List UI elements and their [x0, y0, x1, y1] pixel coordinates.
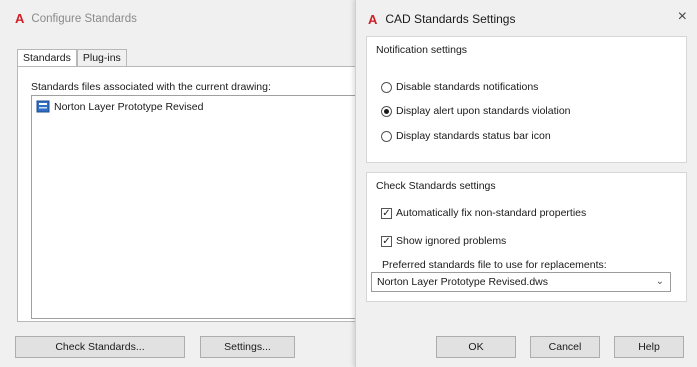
- configure-title-bar: A Configure Standards: [15, 12, 137, 25]
- configure-standards-dialog: A Configure Standards Standards Plug-ins…: [0, 0, 360, 367]
- check-standards-button[interactable]: Check Standards...: [15, 336, 185, 358]
- preferred-file-value: Norton Layer Prototype Revised.dws: [377, 276, 548, 288]
- standards-tab-panel: Standards files associated with the curr…: [17, 66, 357, 322]
- checkmark-icon: ✓: [381, 207, 392, 219]
- radio-indicator: [381, 81, 392, 93]
- dws-file-icon: [36, 100, 50, 113]
- radio-label: Display alert upon standards violation: [396, 105, 571, 117]
- checkbox-label: Automatically fix non-standard propertie…: [396, 207, 587, 219]
- settings-title: CAD Standards Settings: [385, 12, 516, 26]
- checkmark-icon: ✓: [381, 235, 392, 247]
- close-icon[interactable]: ×: [678, 8, 687, 26]
- tab-plug-ins[interactable]: Plug-ins: [76, 49, 127, 67]
- display-status-bar-icon-radio[interactable]: Display standards status bar icon: [381, 130, 551, 142]
- configure-tabs: Standards Plug-ins: [17, 49, 127, 67]
- notification-settings-group: Notification settings Disable standards …: [366, 36, 687, 163]
- notification-group-title: Notification settings: [376, 44, 468, 56]
- chevron-down-icon: ⌄: [655, 276, 664, 287]
- standards-files-list[interactable]: Norton Layer Prototype Revised: [31, 95, 356, 319]
- settings-title-bar: A CAD Standards Settings: [368, 12, 515, 26]
- auto-fix-checkbox[interactable]: ✓ Automatically fix non-standard propert…: [381, 207, 586, 219]
- cancel-button[interactable]: Cancel: [530, 336, 600, 358]
- file-name: Norton Layer Prototype Revised: [54, 100, 204, 113]
- radio-indicator: [381, 130, 392, 142]
- autocad-logo-icon: A: [368, 11, 378, 27]
- radio-indicator: [381, 105, 392, 117]
- tab-standards[interactable]: Standards: [17, 49, 77, 67]
- checkbox-label: Show ignored problems: [396, 235, 507, 247]
- ok-button[interactable]: OK: [436, 336, 516, 358]
- display-alert-radio[interactable]: Display alert upon standards violation: [381, 105, 571, 117]
- radio-label: Display standards status bar icon: [396, 130, 551, 142]
- check-group-title: Check Standards settings: [376, 180, 496, 192]
- help-button[interactable]: Help: [614, 336, 684, 358]
- standards-files-label: Standards files associated with the curr…: [31, 81, 271, 93]
- show-ignored-checkbox[interactable]: ✓ Show ignored problems: [381, 235, 506, 247]
- cad-standards-settings-dialog: A CAD Standards Settings × Notification …: [355, 0, 697, 367]
- list-item[interactable]: Norton Layer Prototype Revised: [36, 100, 203, 113]
- settings-button[interactable]: Settings...: [200, 336, 295, 358]
- preferred-file-label: Preferred standards file to use for repl…: [382, 259, 607, 271]
- preferred-file-select[interactable]: Norton Layer Prototype Revised.dws ⌄: [371, 272, 671, 292]
- configure-title: Configure Standards: [31, 12, 137, 25]
- autocad-logo-icon: A: [15, 11, 25, 26]
- disable-notifications-radio[interactable]: Disable standards notifications: [381, 81, 538, 93]
- radio-label: Disable standards notifications: [396, 81, 539, 93]
